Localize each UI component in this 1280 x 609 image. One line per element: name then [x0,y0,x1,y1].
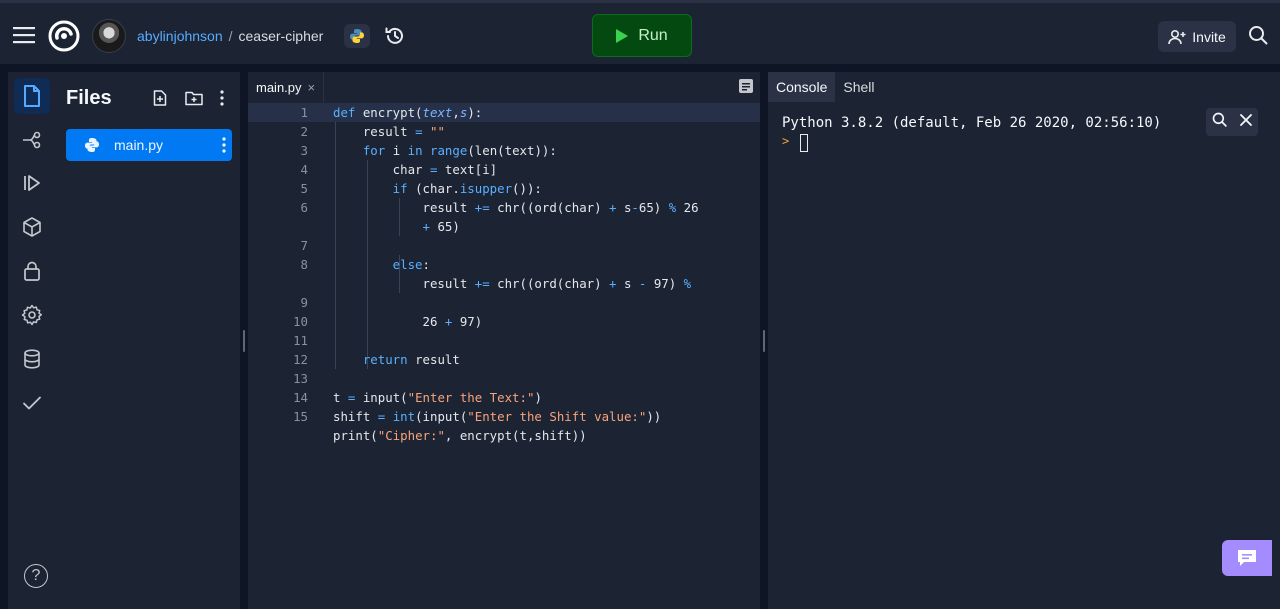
feedback-button[interactable] [1222,540,1272,576]
editor-resize-handle[interactable] [763,330,765,352]
help-icon[interactable]: ? [24,564,48,588]
tab-label: main.py [256,79,302,95]
editor-tabs: main.py × [248,72,760,102]
code-line: result += chr((ord(char) + s - 97) % [333,276,692,291]
file-item-label: main.py [114,137,164,153]
files-panel-title: Files [66,87,112,109]
code-line: result += chr((ord(char) + s-65) % 26 [333,200,699,215]
run-button[interactable]: Run [592,14,692,57]
line-number: 1 [300,105,308,120]
code-line: return result [333,352,460,367]
files-more-icon[interactable] [212,88,232,108]
console-panel: Console Shell Python 3.8.2 (default, Feb… [768,72,1280,609]
line-number: 5 [300,181,308,196]
code-line: char = text[i] [333,162,498,177]
line-number: 8 [300,257,308,272]
python-language-icon[interactable] [344,24,370,48]
files-panel: Files main.py [56,72,240,609]
code-line: 26 + 97) [333,314,483,329]
line-number: 7 [300,238,308,253]
editor-menu-icon[interactable] [738,78,756,96]
close-icon[interactable]: × [308,80,316,95]
play-icon [616,28,629,43]
code-line: print("Cipher:", encrypt(t,shift)) [333,428,587,443]
breadcrumb-repl-name[interactable]: ceaser-cipher [239,28,324,44]
invite-button-label: Invite [1192,28,1226,45]
code-line: shift = int(input("Enter the Shift value… [333,409,662,424]
line-number: 13 [293,371,308,386]
top-bar: abylinjohnson / ceaser-cipher Run Invite [0,0,1280,64]
left-nav: ? [8,72,56,609]
tab-console[interactable]: Console [768,72,836,102]
code-line: if (char.isupper()): [333,181,542,196]
line-number: 14 [293,390,308,405]
invite-button[interactable]: Invite [1158,21,1236,52]
console-tabs: Console Shell [768,72,883,102]
chat-icon [1238,550,1256,566]
search-icon[interactable] [1246,23,1270,47]
tab-main-py[interactable]: main.py × [248,72,325,102]
console-tools [1206,108,1258,136]
breadcrumb: abylinjohnson / ceaser-cipher [137,28,323,44]
tab-shell[interactable]: Shell [835,72,882,102]
code-line: result = "" [333,124,445,139]
line-number: 4 [300,162,308,177]
console-search-icon[interactable] [1212,112,1227,132]
line-number: 3 [300,143,308,158]
database-icon[interactable] [14,341,50,377]
add-user-icon [1168,29,1186,44]
new-file-icon[interactable] [150,88,170,108]
run-button-label: Run [638,26,668,44]
active-line-highlight [248,103,760,122]
gear-icon[interactable] [14,297,50,333]
files-resize-handle[interactable] [243,330,245,352]
avatar[interactable] [92,19,126,53]
code-line: t = input("Enter the Text:") [333,390,542,405]
debugger-icon[interactable] [14,165,50,201]
code-line: else: [333,257,430,272]
line-number: 10 [293,314,308,329]
new-folder-icon[interactable] [184,88,204,108]
file-more-icon[interactable] [222,137,226,156]
history-icon[interactable] [383,24,407,48]
line-number: 15 [293,409,308,424]
check-icon[interactable] [14,385,50,421]
lock-icon[interactable] [14,253,50,289]
console-cursor[interactable] [800,134,808,152]
line-number: 11 [293,333,308,348]
replit-logo-icon[interactable] [48,20,80,52]
line-number: 6 [300,200,308,215]
packages-icon[interactable] [14,209,50,245]
line-number: 9 [300,295,308,310]
code-line: def encrypt(text,s): [333,105,483,120]
line-number: 12 [293,352,308,367]
breadcrumb-separator: / [228,28,233,44]
console-prompt: > [782,134,790,148]
console-output: Python 3.8.2 (default, Feb 26 2020, 02:5… [782,115,1162,131]
menu-icon[interactable] [12,23,36,47]
code-line: for i in range(len(text)): [333,143,557,158]
file-item-main-py[interactable]: main.py [66,129,232,161]
files-icon[interactable] [14,78,50,114]
code-editor: main.py × 1 2 3 4 5 6 7 8 9 10 11 12 13 14 15 def encry… [248,72,760,609]
python-file-icon [85,138,99,152]
version-control-icon[interactable] [14,122,50,158]
console-clear-icon[interactable] [1239,113,1252,131]
breadcrumb-username[interactable]: abylinjohnson [137,28,223,44]
code-line: + 65) [422,219,460,234]
line-number: 2 [300,124,308,139]
